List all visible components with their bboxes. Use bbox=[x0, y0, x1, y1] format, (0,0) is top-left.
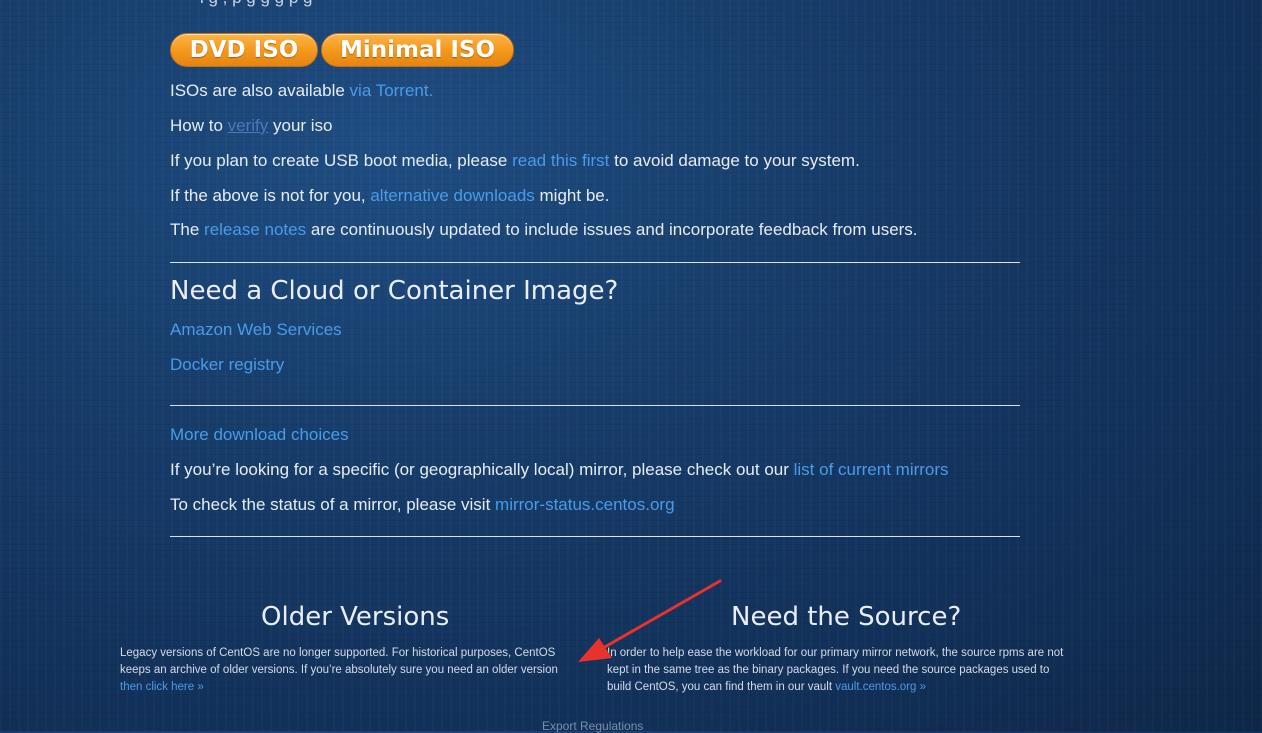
annotation-arrow-icon bbox=[578, 579, 722, 662]
